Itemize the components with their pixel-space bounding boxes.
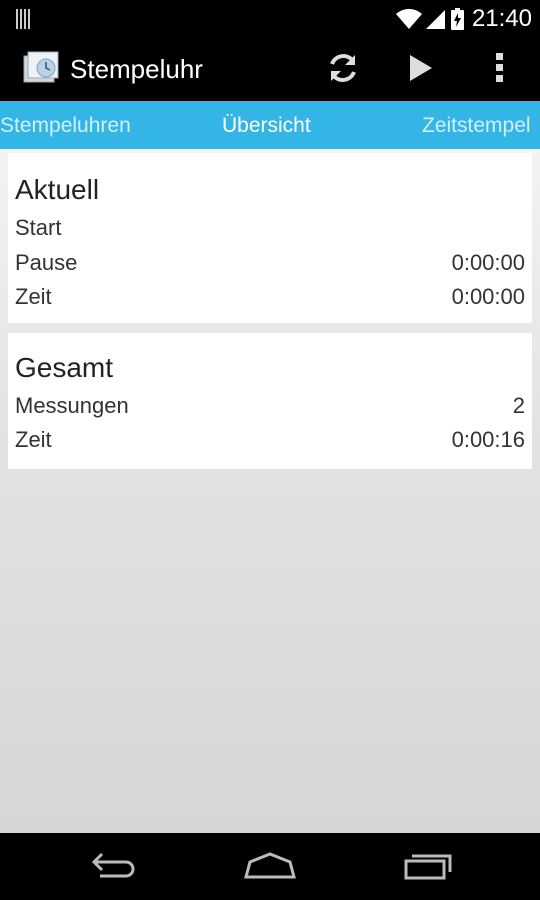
battery-charging-icon <box>450 7 464 30</box>
current-card: Aktuell Start Pause 0:00:00 Zeit 0:00:00 <box>8 153 532 323</box>
play-icon <box>408 54 434 87</box>
recent-apps-icon <box>402 850 454 885</box>
action-bar: Stempeluhr <box>0 37 540 101</box>
measurements-row: Messungen 2 <box>15 391 525 421</box>
wifi-icon <box>395 8 423 30</box>
overflow-menu-button[interactable] <box>477 47 523 93</box>
signal-icon <box>425 8 446 30</box>
stamp-clock-icon <box>22 50 62 86</box>
home-button[interactable] <box>240 847 300 887</box>
tab-zeitstempel[interactable]: Zeitstempel <box>422 113 531 139</box>
content-area: Aktuell Start Pause 0:00:00 Zeit 0:00:00… <box>0 149 540 833</box>
home-icon <box>242 850 298 885</box>
current-start-row: Start <box>15 213 525 243</box>
start-label: Start <box>15 215 62 240</box>
total-time-label: Zeit <box>15 427 52 452</box>
app-title: Stempeluhr <box>70 54 203 84</box>
refresh-button[interactable] <box>320 47 366 93</box>
tab-strip: Stempeluhren Übersicht Zeitstempel <box>0 101 540 149</box>
overflow-menu-icon <box>496 52 504 88</box>
total-time-value: 0:00:16 <box>451 427 525 452</box>
current-time-row: Zeit 0:00:00 <box>15 282 525 312</box>
tab-uebersicht[interactable]: Übersicht <box>222 113 311 139</box>
measurements-label: Messungen <box>15 393 129 418</box>
current-time-label: Zeit <box>15 284 52 309</box>
pause-value: 0:00:00 <box>451 250 525 275</box>
current-pause-row: Pause 0:00:00 <box>15 248 525 278</box>
back-button[interactable] <box>83 847 143 887</box>
back-icon <box>88 850 138 885</box>
measurements-value: 2 <box>512 393 525 418</box>
recent-apps-button[interactable] <box>398 847 458 887</box>
total-time-row: Zeit 0:00:16 <box>15 425 525 455</box>
total-card: Gesamt Messungen 2 Zeit 0:00:16 <box>8 333 532 469</box>
status-clock: 21:40 <box>471 4 532 32</box>
current-time-value: 0:00:00 <box>451 284 525 309</box>
current-heading: Aktuell <box>15 174 100 205</box>
tab-stempeluhren[interactable]: Stempeluhren <box>0 113 131 139</box>
total-heading: Gesamt <box>15 352 114 383</box>
status-bar: 21:40 <box>0 0 540 37</box>
play-button[interactable] <box>398 47 444 93</box>
pause-label: Pause <box>15 250 78 275</box>
navigation-bar <box>0 833 540 900</box>
barcode-icon <box>16 9 32 29</box>
refresh-icon <box>326 51 360 90</box>
